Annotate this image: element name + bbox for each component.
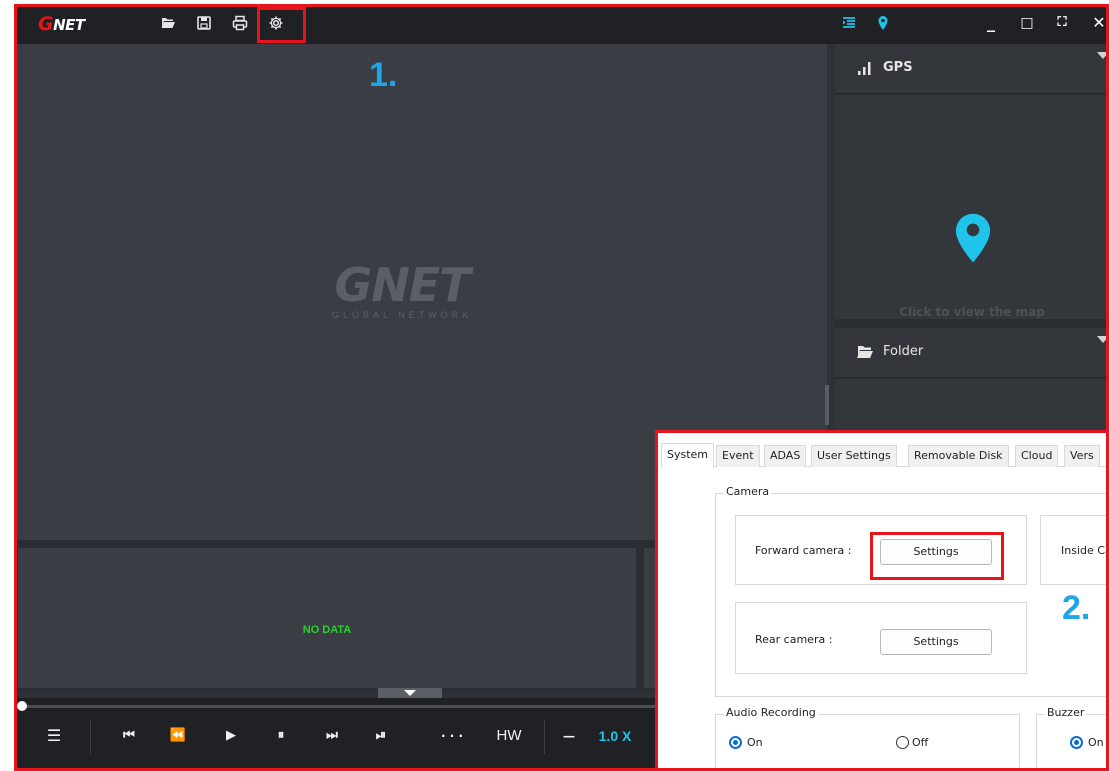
chevron-down-icon xyxy=(404,690,416,696)
watermark-logo: GNET GLOBAL NETWORK xyxy=(332,258,473,320)
tab-user-settings[interactable]: User Settings xyxy=(811,445,897,467)
folder-title: Folder xyxy=(883,344,924,359)
maximize-button[interactable]: □ xyxy=(1017,12,1037,34)
signal-icon xyxy=(855,58,875,78)
buzzer-title: Buzzer xyxy=(1045,706,1087,719)
step2-label: 2. xyxy=(1062,589,1091,627)
folder-panel-header[interactable]: Folder xyxy=(835,328,1109,378)
folder-icon xyxy=(855,342,875,362)
inside-camera-label: Inside Ca xyxy=(1061,544,1109,557)
pause-button[interactable]: ⏸ xyxy=(271,724,291,748)
folder-collapse-icon[interactable] xyxy=(1097,336,1109,343)
rear-camera-settings-button[interactable]: Settings xyxy=(880,629,992,655)
data-panel-toggle[interactable] xyxy=(378,688,442,698)
rear-camera-label: Rear camera : xyxy=(755,633,833,646)
audio-on-label: On xyxy=(747,736,763,749)
map-pin-icon xyxy=(955,201,991,279)
rewind-button[interactable]: ⏪ xyxy=(167,724,189,748)
buzzer-on-radio[interactable] xyxy=(1070,736,1083,749)
gps-title: GPS xyxy=(883,60,913,75)
menu-button[interactable]: ☰ xyxy=(44,724,64,748)
tab-version[interactable]: Vers xyxy=(1064,445,1100,467)
more-button[interactable]: · · · xyxy=(434,724,470,748)
settings-tabs: System Event ADAS User Settings Removabl… xyxy=(661,443,1109,468)
gnet-logo: GNET xyxy=(38,13,85,35)
save-icon[interactable] xyxy=(195,14,213,32)
separator xyxy=(90,720,91,754)
no-data-label: NO DATA xyxy=(302,624,352,636)
minimize-button[interactable]: _ xyxy=(981,12,1001,34)
close-button[interactable]: ✕ xyxy=(1089,12,1109,34)
separator xyxy=(544,720,545,754)
audio-on-radio[interactable] xyxy=(729,736,742,749)
playback-speed: 1.0 X xyxy=(598,728,632,744)
last-frame-button[interactable]: ⏯ xyxy=(370,724,392,748)
first-frame-button[interactable]: ⏮ xyxy=(118,724,140,748)
tab-system[interactable]: System xyxy=(661,443,715,468)
step2-highlight xyxy=(870,532,1004,580)
tab-event[interactable]: Event xyxy=(716,445,760,467)
tab-cloud[interactable]: Cloud xyxy=(1015,445,1059,467)
inside-camera-box: Inside Ca xyxy=(1040,515,1109,585)
audio-recording-title: Audio Recording xyxy=(724,706,818,719)
hw-decode-button[interactable]: HW xyxy=(494,724,524,748)
gps-map-area[interactable]: Click to view the map xyxy=(835,95,1109,319)
map-hint: Click to view the map xyxy=(899,305,1045,319)
speed-down-button[interactable]: — xyxy=(560,724,578,748)
forward-camera-label: Forward camera : xyxy=(755,544,852,557)
list-icon[interactable] xyxy=(840,14,858,32)
print-icon[interactable] xyxy=(231,14,249,32)
title-bar: GNET _ □ ⛶ ✕ xyxy=(14,4,1109,44)
buzzer-on-label: On xyxy=(1088,736,1104,749)
tab-removable-disk[interactable]: Removable Disk xyxy=(908,445,1009,467)
timeline-knob[interactable] xyxy=(17,701,27,711)
fullscreen-button[interactable]: ⛶ xyxy=(1052,12,1072,34)
play-button[interactable]: ▶ xyxy=(221,724,241,748)
panel-splitter[interactable] xyxy=(825,385,829,425)
audio-off-label: Off xyxy=(912,736,929,749)
step1-label: 1. xyxy=(369,56,398,94)
audio-off-radio[interactable] xyxy=(896,736,909,749)
folder-open-icon[interactable] xyxy=(159,14,177,32)
gps-collapse-icon[interactable] xyxy=(1097,52,1109,59)
data-graph-box: NO DATA xyxy=(18,548,636,688)
settings-dialog: System Event ADAS User Settings Removabl… xyxy=(655,430,1109,771)
gps-panel-header[interactable]: GPS xyxy=(835,44,1109,94)
map-pin-icon[interactable] xyxy=(874,14,892,32)
fast-forward-button[interactable]: ⏭ xyxy=(321,724,343,748)
step1-highlight xyxy=(257,7,306,43)
tab-adas[interactable]: ADAS xyxy=(764,445,807,467)
camera-group-title: Camera xyxy=(724,485,772,498)
